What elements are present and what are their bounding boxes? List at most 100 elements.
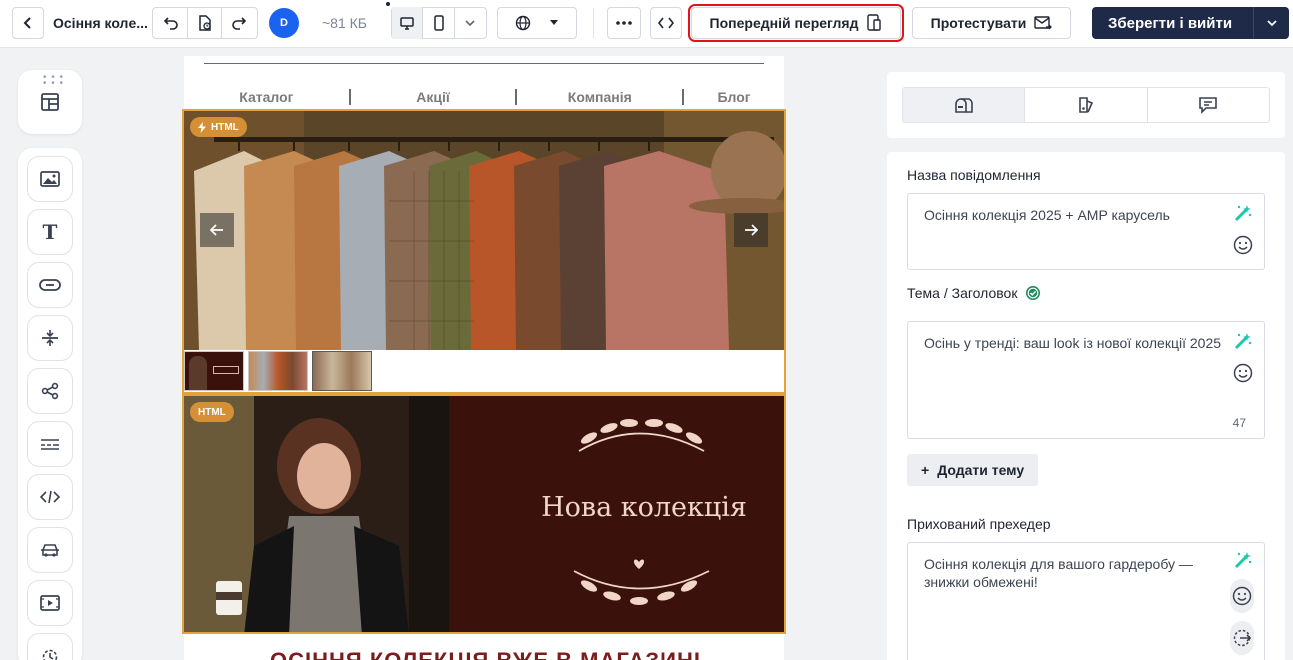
redo-icon bbox=[232, 17, 247, 30]
text-tool[interactable]: T bbox=[27, 209, 73, 255]
tab-comments[interactable] bbox=[1148, 88, 1269, 122]
send-mail-icon bbox=[1034, 16, 1053, 30]
amp-carousel-block[interactable]: HTML bbox=[182, 109, 786, 394]
ai-magic-button[interactable] bbox=[1232, 330, 1254, 352]
menu-tool[interactable] bbox=[27, 421, 73, 467]
campaign-title[interactable]: Осіння колe... bbox=[53, 14, 148, 32]
message-name-value: Осіння колекція 2025 + AMP карусель bbox=[924, 207, 1170, 223]
banner-title: Нова колекція bbox=[541, 492, 747, 523]
dotted-arrow-icon bbox=[1233, 629, 1252, 647]
drag-handle-icon[interactable]: • • • • • • bbox=[43, 73, 64, 89]
email-menu[interactable]: Каталог Акції Компанія Блог bbox=[184, 88, 784, 106]
tab-styles[interactable] bbox=[1025, 88, 1148, 122]
divider bbox=[593, 8, 594, 38]
emoji-button[interactable] bbox=[1232, 362, 1254, 384]
back-button[interactable] bbox=[12, 7, 44, 39]
file-history-icon bbox=[198, 15, 211, 31]
emoji-button[interactable] bbox=[1230, 579, 1254, 613]
text-icon: T bbox=[42, 220, 58, 244]
language-button[interactable] bbox=[497, 7, 577, 39]
settings-tabs bbox=[902, 87, 1270, 123]
code-view-button[interactable] bbox=[650, 7, 682, 39]
carousel-next-button[interactable] bbox=[734, 213, 768, 247]
banner-html-block[interactable]: HTML Нова колекція bbox=[182, 394, 786, 634]
undo-icon bbox=[163, 17, 178, 30]
menu-icon bbox=[41, 439, 59, 450]
save-and-exit-button[interactable]: Зберегти і вийти bbox=[1092, 7, 1289, 39]
social-tool[interactable] bbox=[27, 368, 73, 414]
versions-button[interactable] bbox=[188, 7, 222, 39]
desktop-view-button[interactable] bbox=[392, 7, 424, 39]
ai-magic-button[interactable] bbox=[1232, 549, 1254, 571]
menu-item-blog[interactable]: Блог bbox=[684, 89, 784, 105]
email-size: ~81 КБ bbox=[322, 15, 367, 31]
carousel-prev-button[interactable] bbox=[200, 213, 234, 247]
magic-wand-icon bbox=[1234, 205, 1252, 222]
preview-label: Попередній перегляд bbox=[709, 15, 859, 31]
carousel-thumbnail[interactable] bbox=[248, 351, 308, 391]
add-subject-button[interactable]: + Додати тему bbox=[907, 454, 1039, 486]
plus-icon: + bbox=[921, 462, 930, 478]
video-tool[interactable] bbox=[27, 580, 73, 626]
chevron-down-icon bbox=[465, 20, 475, 27]
lightning-icon bbox=[198, 121, 206, 133]
mobile-icon bbox=[433, 15, 444, 31]
menu-item-company[interactable]: Компанія bbox=[517, 89, 682, 105]
redo-button[interactable] bbox=[222, 7, 256, 39]
menu-item-catalog[interactable]: Каталог bbox=[184, 89, 349, 105]
timer-tool[interactable] bbox=[27, 633, 73, 660]
device-switch bbox=[391, 7, 487, 39]
product-tool[interactable] bbox=[27, 527, 73, 573]
add-subject-label: Додати тему bbox=[937, 462, 1025, 478]
more-button[interactable] bbox=[607, 7, 641, 39]
carousel-thumbnail[interactable] bbox=[312, 351, 372, 391]
preheader-value: Осіння колекція для вашого гардеробу — з… bbox=[924, 556, 1193, 590]
menu-item-promotions[interactable]: Акції bbox=[351, 89, 516, 105]
section-heading: ОСІННЯ КОЛЕКЦІЯ ВЖЕ В МАГАЗИНІ bbox=[270, 648, 701, 660]
subject-field[interactable]: Осінь у тренді: ваш look із нової колекц… bbox=[907, 321, 1265, 439]
test-label: Протестувати bbox=[930, 15, 1027, 31]
undo-button[interactable] bbox=[154, 7, 188, 39]
tab-message-settings[interactable] bbox=[903, 88, 1026, 122]
divider-tool[interactable] bbox=[27, 315, 73, 361]
carousel-slide-image bbox=[184, 111, 784, 350]
video-icon bbox=[40, 595, 60, 611]
carousel-thumbnail[interactable] bbox=[184, 351, 244, 391]
subject-label-text: Тема / Заголовок bbox=[907, 285, 1018, 301]
message-name-field[interactable]: Осіння колекція 2025 + AMP карусель bbox=[907, 193, 1265, 270]
divider-icon bbox=[42, 330, 58, 346]
layout-icon bbox=[41, 93, 59, 111]
subject-value: Осінь у тренді: ваш look із нової колекц… bbox=[924, 335, 1222, 351]
preview-button[interactable]: Попередній перегляд bbox=[688, 4, 904, 42]
preheader-label: Прихований прехедер bbox=[907, 516, 1051, 532]
test-button[interactable]: Протестувати bbox=[912, 7, 1071, 39]
preheader-field[interactable]: Осіння колекція для вашого гардеробу — з… bbox=[907, 542, 1265, 660]
subject-label: Тема / Заголовок bbox=[907, 285, 1041, 301]
device-dropdown-button[interactable] bbox=[455, 7, 486, 39]
code-icon bbox=[658, 17, 674, 29]
arrow-right-icon bbox=[745, 224, 758, 236]
mailbox-icon bbox=[954, 98, 973, 113]
code-icon bbox=[40, 490, 60, 504]
image-icon bbox=[40, 171, 60, 187]
badge-label: HTML bbox=[211, 121, 239, 133]
image-tool[interactable] bbox=[27, 156, 73, 202]
save-options-button[interactable] bbox=[1253, 7, 1289, 39]
html-tool[interactable] bbox=[27, 474, 73, 520]
avatar[interactable]: D bbox=[269, 8, 299, 38]
emoji-button[interactable] bbox=[1232, 234, 1254, 256]
top-bar: Осіння колe... D ~81 КБ Попередній перег… bbox=[0, 0, 1293, 48]
check-circle-icon bbox=[1026, 286, 1041, 300]
carousel-thumbnails bbox=[184, 351, 372, 391]
caret-down-icon bbox=[550, 20, 558, 25]
insert-variable-button[interactable] bbox=[1230, 621, 1254, 655]
button-tool[interactable] bbox=[27, 262, 73, 308]
magic-wand-icon bbox=[1234, 552, 1252, 569]
mobile-view-button[interactable] bbox=[423, 7, 455, 39]
content-tools: T bbox=[18, 148, 82, 660]
email-divider bbox=[204, 63, 764, 64]
button-icon bbox=[39, 279, 61, 291]
comment-icon bbox=[1199, 97, 1218, 114]
ai-magic-button[interactable] bbox=[1232, 202, 1254, 224]
html-block-badge: HTML bbox=[190, 117, 247, 137]
